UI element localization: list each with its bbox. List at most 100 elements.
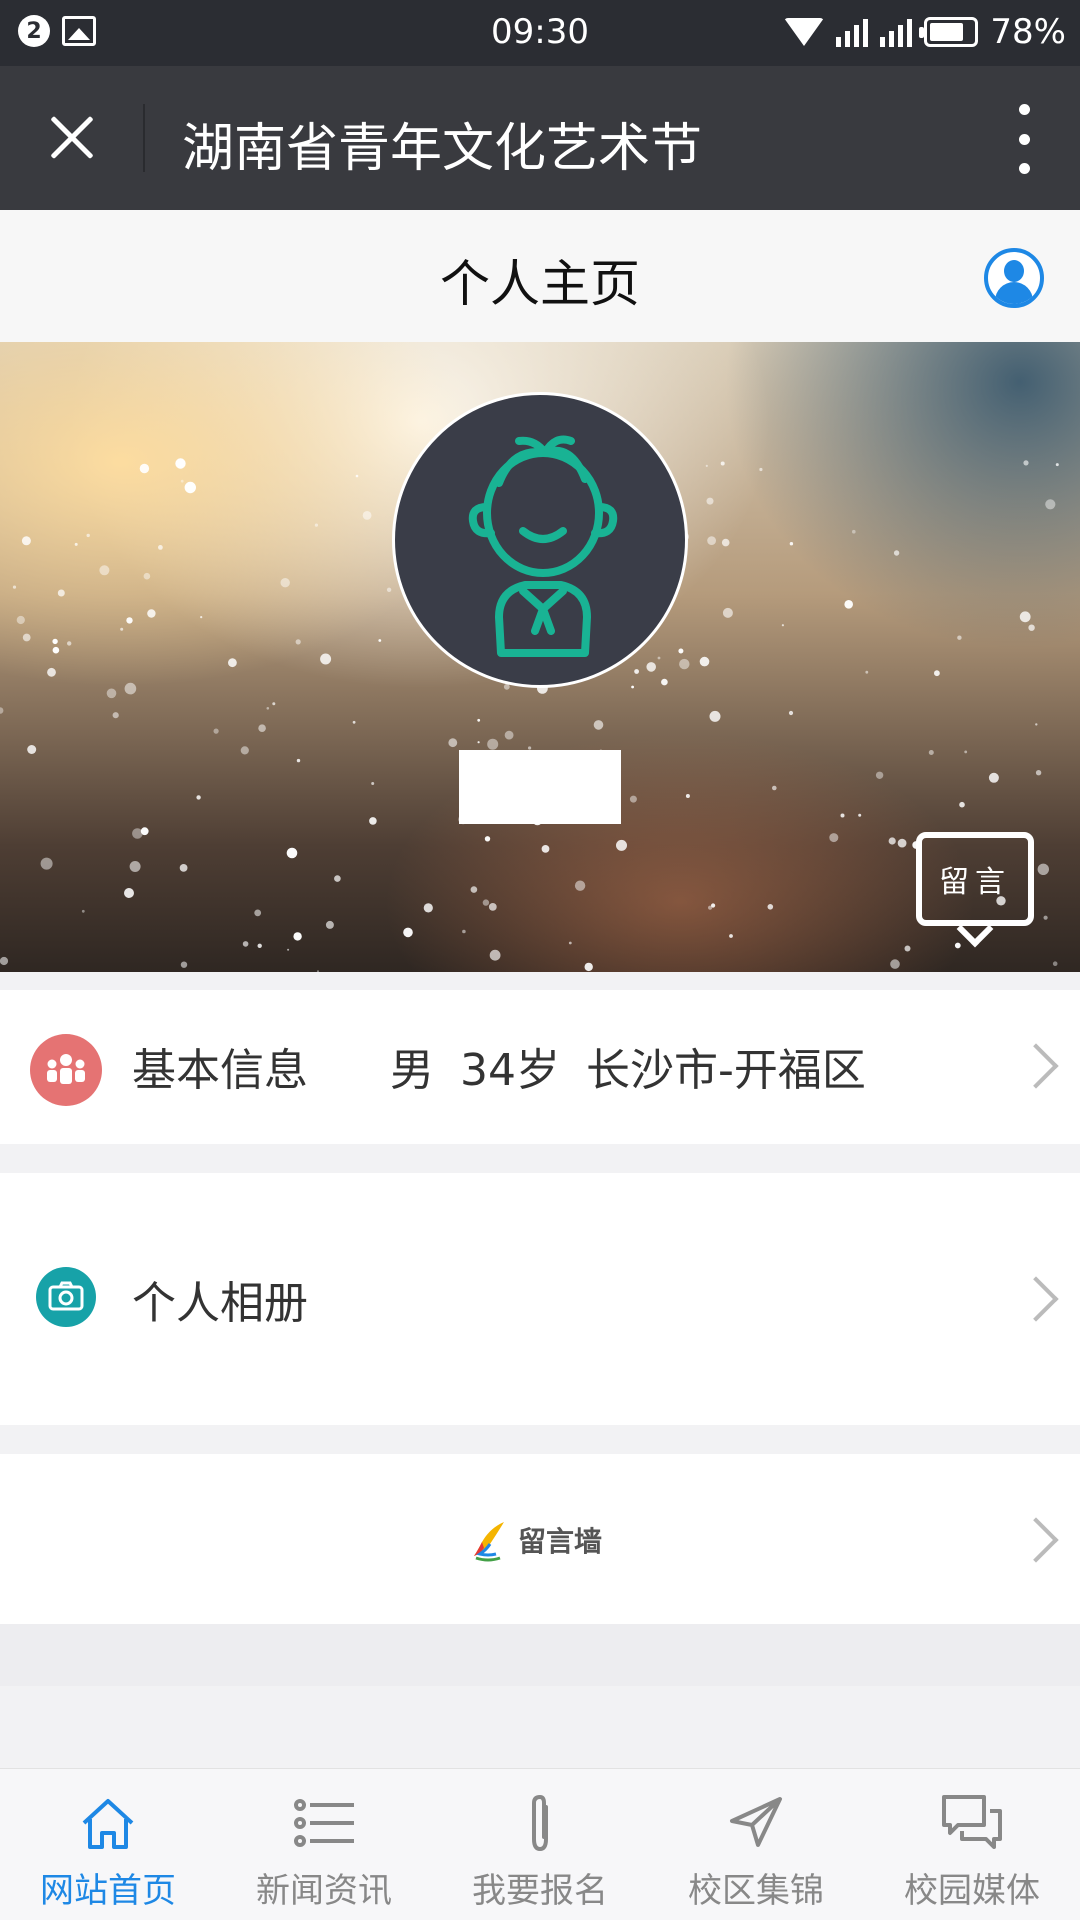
nav-item-news[interactable]: 新闻资讯 (216, 1769, 432, 1920)
bokeh-dot (22, 633, 31, 642)
bokeh-dot (706, 497, 714, 505)
signal-icon-2 (880, 17, 913, 47)
bokeh-dot (893, 550, 900, 556)
bokeh-dot (858, 813, 862, 817)
bokeh-dot (124, 888, 134, 898)
nav-item-campus[interactable]: 校区集锦 (648, 1769, 864, 1920)
bokeh-dot (954, 942, 961, 949)
bokeh-dot (477, 718, 481, 722)
bokeh-dot (840, 813, 845, 818)
page-header: 个人主页 (0, 210, 1080, 342)
nav-item-media[interactable]: 校园媒体 (864, 1769, 1080, 1920)
bokeh-dot (403, 927, 413, 938)
bokeh-dot (772, 785, 777, 791)
more-dot-icon (1018, 163, 1030, 174)
bokeh-dot (1055, 463, 1059, 467)
chevron-right-icon (1013, 1043, 1059, 1089)
bokeh-dot (184, 481, 196, 494)
bokeh-dot (462, 929, 466, 934)
nav-item-signup[interactable]: 我要报名 (432, 1769, 648, 1920)
bokeh-dot (721, 538, 730, 547)
bokeh-dot (484, 836, 491, 842)
bokeh-dot (957, 635, 962, 640)
bokeh-dot (705, 464, 708, 467)
bokeh-dot (369, 817, 377, 825)
bokeh-dot (362, 511, 372, 520)
bokeh-dot (708, 905, 713, 910)
nav-item-home[interactable]: 网站首页 (0, 1769, 216, 1920)
user-profile-button[interactable] (984, 248, 1044, 308)
personal-album-row[interactable]: 个人相册 (0, 1173, 1080, 1425)
battery-icon (919, 17, 979, 47)
avatar[interactable] (392, 392, 688, 688)
bokeh-dot (139, 463, 150, 474)
bokeh-dot (574, 880, 586, 891)
home-icon (82, 1799, 134, 1849)
bokeh-dot (67, 641, 72, 646)
bokeh-dot (52, 638, 58, 645)
status-bar: 2 09:30 78% (0, 0, 1080, 66)
bokeh-dot (788, 710, 794, 716)
bokeh-dot (120, 627, 124, 631)
bokeh-dot (593, 720, 604, 730)
basic-info-label: 基本信息 (132, 1045, 308, 1096)
bokeh-dot (140, 827, 149, 836)
message-wall-row[interactable]: 留言墙 (0, 1454, 1080, 1624)
message-wall-label: 留言墙 (518, 1525, 603, 1558)
bokeh-dot (616, 839, 627, 851)
bokeh-dot (781, 624, 785, 627)
bokeh-dot (352, 720, 356, 724)
nav-label-campus: 校区集锦 (688, 1871, 824, 1911)
bokeh-dot (541, 845, 550, 853)
bokeh-dot (1052, 961, 1058, 966)
bokeh-dot (1043, 915, 1048, 920)
bokeh-dot (1035, 723, 1038, 726)
bokeh-dot (257, 943, 262, 948)
bokeh-dot (175, 458, 186, 469)
bokeh-dot (729, 934, 733, 938)
bokeh-dot (707, 536, 716, 545)
paperclip-icon (532, 1794, 548, 1852)
bokeh-dot (179, 864, 188, 872)
message-button[interactable]: 留言 (916, 832, 1034, 948)
bokeh-dot (21, 536, 31, 546)
bokeh-dot (829, 833, 839, 843)
bokeh-dot (489, 949, 501, 961)
bokeh-dot (709, 710, 721, 722)
battery-percent: 78% (990, 12, 1066, 52)
title-bar: 湖南省青年文化艺术节 (0, 66, 1080, 210)
bokeh-dot (355, 474, 359, 478)
bokeh-dot (180, 961, 188, 968)
bokeh-dot (470, 886, 478, 893)
user-icon (1004, 260, 1024, 282)
bokeh-dot (106, 688, 117, 699)
bokeh-dot (27, 745, 37, 754)
bokeh-dot (1045, 499, 1056, 510)
bokeh-dot (852, 529, 856, 534)
bokeh-dot (287, 948, 290, 951)
title-divider (143, 104, 145, 172)
app-title: 湖南省青年文化艺术节 (182, 119, 703, 179)
bokeh-dot (81, 909, 85, 913)
bokeh-dot (1037, 863, 1050, 875)
bokeh-dot (378, 639, 382, 642)
bokeh-dot (200, 616, 203, 619)
basic-info-row[interactable]: 基本信息 男 34岁 长沙市-开福区 (0, 990, 1080, 1144)
bokeh-dot (897, 838, 907, 848)
bokeh-dot (74, 542, 78, 546)
chat-icon (942, 1795, 1002, 1849)
user-name-box (459, 750, 621, 824)
bokeh-dot (240, 746, 249, 755)
bokeh-dot (266, 707, 270, 710)
bokeh-dot (296, 758, 301, 763)
close-button[interactable] (40, 106, 104, 170)
bokeh-dot (280, 578, 290, 588)
brush-icon (474, 1522, 504, 1562)
bokeh-dot (988, 772, 999, 783)
bokeh-dot (242, 941, 249, 947)
basic-info-values: 男 34岁 长沙市-开福区 (390, 1034, 866, 1098)
chevron-right-icon (1013, 1276, 1059, 1322)
more-options-button[interactable] (1012, 104, 1036, 174)
location-value: 长沙市-开福区 (586, 1045, 866, 1096)
bokeh-dot (47, 667, 56, 677)
